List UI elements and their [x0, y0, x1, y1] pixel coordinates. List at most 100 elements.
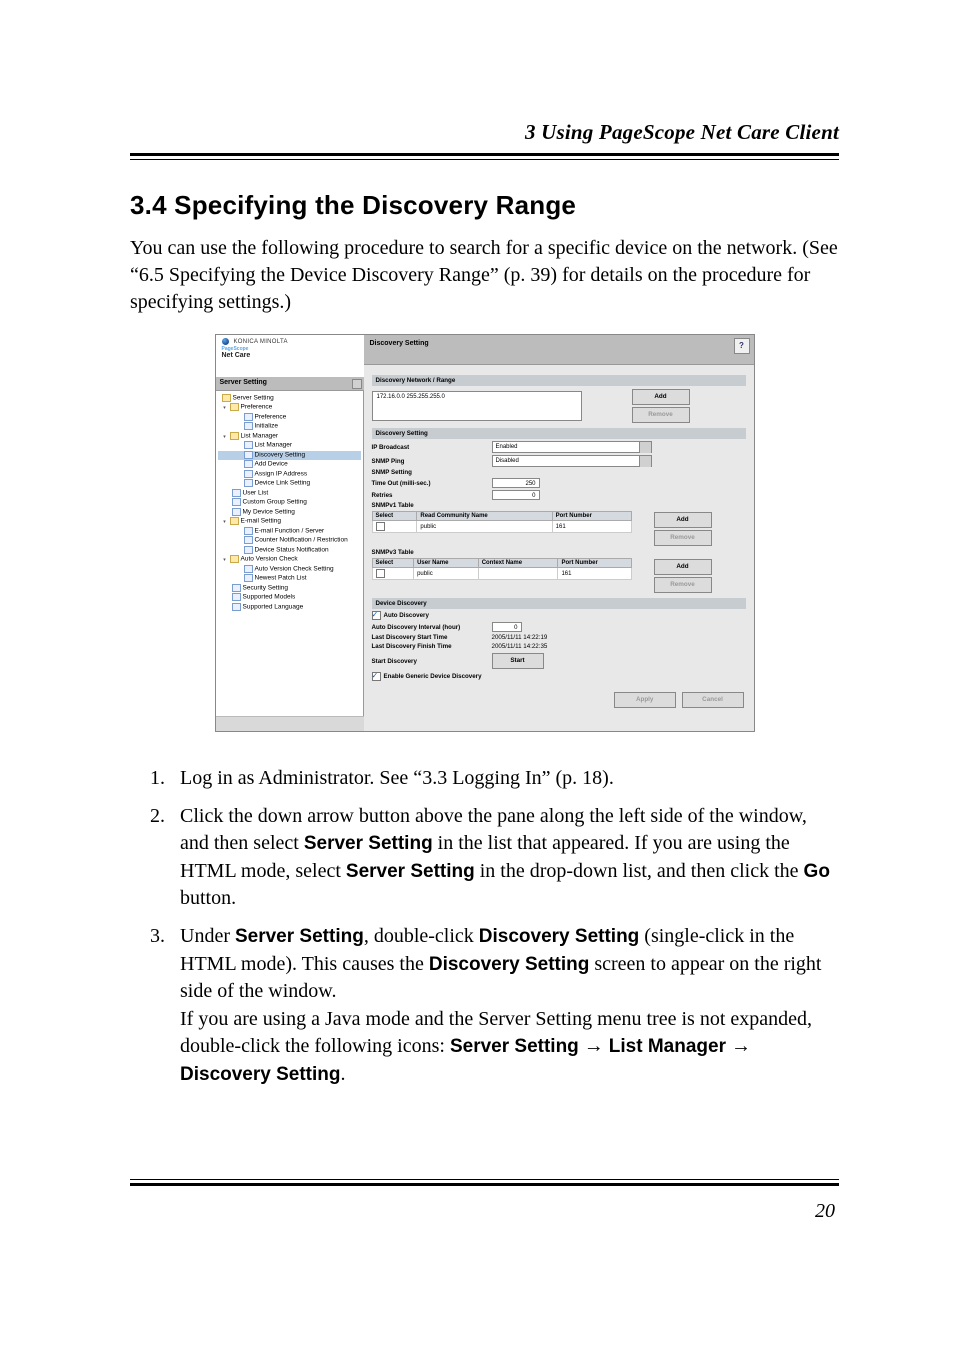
snmp-ping-select[interactable]: Disabled — [492, 455, 652, 467]
snmpv3-col-port: Port Number — [558, 559, 631, 568]
app-screenshot: KONICA MINOLTA PageScope Net Care Server… — [215, 334, 755, 732]
rule-thin — [130, 159, 839, 160]
apply-button[interactable]: Apply — [614, 692, 676, 708]
retries-label: Retries — [372, 492, 492, 499]
snmpv1-table-label: SNMPv1 Table — [372, 502, 492, 509]
footer-rule-thick — [130, 1183, 839, 1186]
section-title: 3.4 Specifying the Discovery Range — [130, 190, 839, 221]
add-range-button[interactable]: Add — [632, 389, 690, 405]
scope-dropdown[interactable]: Server Setting — [216, 377, 364, 391]
last-start-value: 2005/11/11 14:22:19 — [492, 634, 548, 641]
timeout-label: Time Out (milli-sec.) — [372, 480, 492, 487]
timeout-input[interactable]: 250 — [492, 478, 540, 488]
add-snmpv1-button[interactable]: Add — [654, 512, 712, 528]
vendor-logo-mark — [222, 338, 229, 345]
doc-icon — [244, 546, 253, 554]
table-row[interactable]: public 161 — [372, 521, 631, 533]
folder-icon — [230, 555, 239, 563]
doc-icon — [232, 498, 241, 506]
row-checkbox[interactable] — [376, 522, 385, 531]
tree-lm-list-manager[interactable]: List Manager — [218, 441, 361, 450]
vendor-name: KONICA MINOLTA — [233, 339, 287, 345]
header-rules — [130, 153, 839, 160]
step-2-server-setting-2: Server Setting — [346, 861, 475, 882]
product-name: PageScope Net Care — [216, 346, 364, 361]
expand-icon[interactable]: ▾ — [222, 406, 228, 412]
range-listbox[interactable]: 172.16.0.0 255.255.255.0 — [372, 391, 582, 421]
doc-icon — [232, 584, 241, 592]
tree-preference-sub[interactable]: Preference — [218, 413, 361, 422]
snmpv1-table[interactable]: Select Read Community Name Port Number p… — [372, 511, 632, 533]
step-3: Under Server Setting, double-click Disco… — [170, 923, 839, 1089]
step-2-part-e: in the drop-down list, and then click th… — [475, 860, 804, 882]
tree-assign-ip[interactable]: Assign IP Address — [218, 470, 361, 479]
tree-my-device[interactable]: My Device Setting — [218, 508, 361, 517]
folder-icon — [230, 403, 239, 411]
step-3-server-setting-2: Server Setting — [450, 1036, 579, 1057]
tree-initialize[interactable]: Initialize — [218, 422, 361, 431]
snmpv3-table[interactable]: Select User Name Context Name Port Numbe… — [372, 558, 632, 580]
footer-rule-thin — [130, 1179, 839, 1180]
tree-root[interactable]: Server Setting — [218, 394, 361, 403]
remove-range-button[interactable]: Remove — [632, 407, 690, 423]
tree-models[interactable]: Supported Models — [218, 593, 361, 602]
tree-discovery-setting-selected[interactable]: Discovery Setting — [218, 451, 361, 460]
snmp-ping-label: SNMP Ping — [372, 458, 492, 465]
auto-interval-label: Auto Discovery Interval (hour) — [372, 624, 492, 631]
doc-icon — [232, 603, 241, 611]
enable-generic-label: Enable Generic Device Discovery — [384, 673, 482, 680]
tree-language[interactable]: Supported Language — [218, 603, 361, 612]
tree-list-manager[interactable]: ▾List Manager — [218, 432, 361, 441]
doc-icon — [232, 508, 241, 516]
expand-icon[interactable]: ▾ — [222, 520, 228, 526]
ip-broadcast-select[interactable]: Enabled — [492, 441, 652, 453]
help-button[interactable]: ? — [734, 338, 750, 354]
last-start-label: Last Discovery Start Time — [372, 634, 492, 641]
tree-auto-version-patch[interactable]: Newest Patch List — [218, 574, 361, 583]
nav-tree[interactable]: Server Setting ▾Preference Preference In… — [216, 391, 364, 717]
doc-icon — [244, 527, 253, 535]
tree-device-link[interactable]: Device Link Setting — [218, 479, 361, 488]
retries-input[interactable]: 0 — [492, 490, 540, 500]
remove-snmpv1-button[interactable]: Remove — [654, 530, 712, 546]
snmpv3-col-ctx: Context Name — [478, 559, 558, 568]
pane-title-bar: Discovery Setting ? — [364, 335, 754, 365]
enable-generic-checkbox[interactable] — [372, 672, 381, 681]
tree-email-counter[interactable]: Counter Notification / Restriction — [218, 536, 361, 545]
table-row[interactable]: public 161 — [372, 568, 631, 580]
folder-icon — [230, 517, 239, 525]
group-device-discovery: Device Discovery — [372, 598, 746, 609]
row-checkbox[interactable] — [376, 569, 385, 578]
expand-icon[interactable]: ▾ — [222, 558, 228, 564]
auto-interval-input[interactable]: 0 — [492, 622, 522, 632]
add-snmpv3-button[interactable]: Add — [654, 559, 712, 575]
auto-discovery-checkbox[interactable] — [372, 611, 381, 620]
tree-auto-version[interactable]: ▾Auto Version Check — [218, 555, 361, 564]
tree-email-status[interactable]: Device Status Notification — [218, 546, 361, 555]
remove-snmpv3-button[interactable]: Remove — [654, 577, 712, 593]
rule-thick — [130, 153, 839, 156]
tree-add-device[interactable]: Add Device — [218, 460, 361, 469]
form-panel: Discovery Network / Range 172.16.0.0 255… — [364, 365, 754, 687]
tree-email-setting[interactable]: ▾E-mail Setting — [218, 517, 361, 526]
doc-icon — [232, 489, 241, 497]
scope-dropdown-label: Server Setting — [220, 379, 267, 386]
start-button[interactable]: Start — [492, 653, 544, 669]
doc-icon — [244, 470, 253, 478]
tree-security[interactable]: Security Setting — [218, 584, 361, 593]
step-3-arrow-2: → — [726, 1035, 751, 1057]
cancel-button[interactable]: Cancel — [682, 692, 744, 708]
tree-preference[interactable]: ▾Preference — [218, 403, 361, 412]
tree-user-list[interactable]: User List — [218, 489, 361, 498]
expand-icon[interactable]: ▾ — [222, 435, 228, 441]
step-2: Click the down arrow button above the pa… — [170, 803, 839, 913]
tree-custom-group[interactable]: Custom Group Setting — [218, 498, 361, 507]
horizontal-scrollbar[interactable] — [216, 716, 364, 731]
snmpv3-col-select: Select — [372, 559, 414, 568]
network-range-row: 172.16.0.0 255.255.255.0 Add Remove — [372, 388, 746, 424]
snmpv3-table-label: SNMPv3 Table — [372, 549, 492, 556]
tree-email-func[interactable]: E-mail Function / Server — [218, 527, 361, 536]
step-1: Log in as Administrator. See “3.3 Loggin… — [170, 765, 839, 793]
step-3-list-manager: List Manager — [609, 1036, 726, 1057]
tree-auto-version-setting[interactable]: Auto Version Check Setting — [218, 565, 361, 574]
